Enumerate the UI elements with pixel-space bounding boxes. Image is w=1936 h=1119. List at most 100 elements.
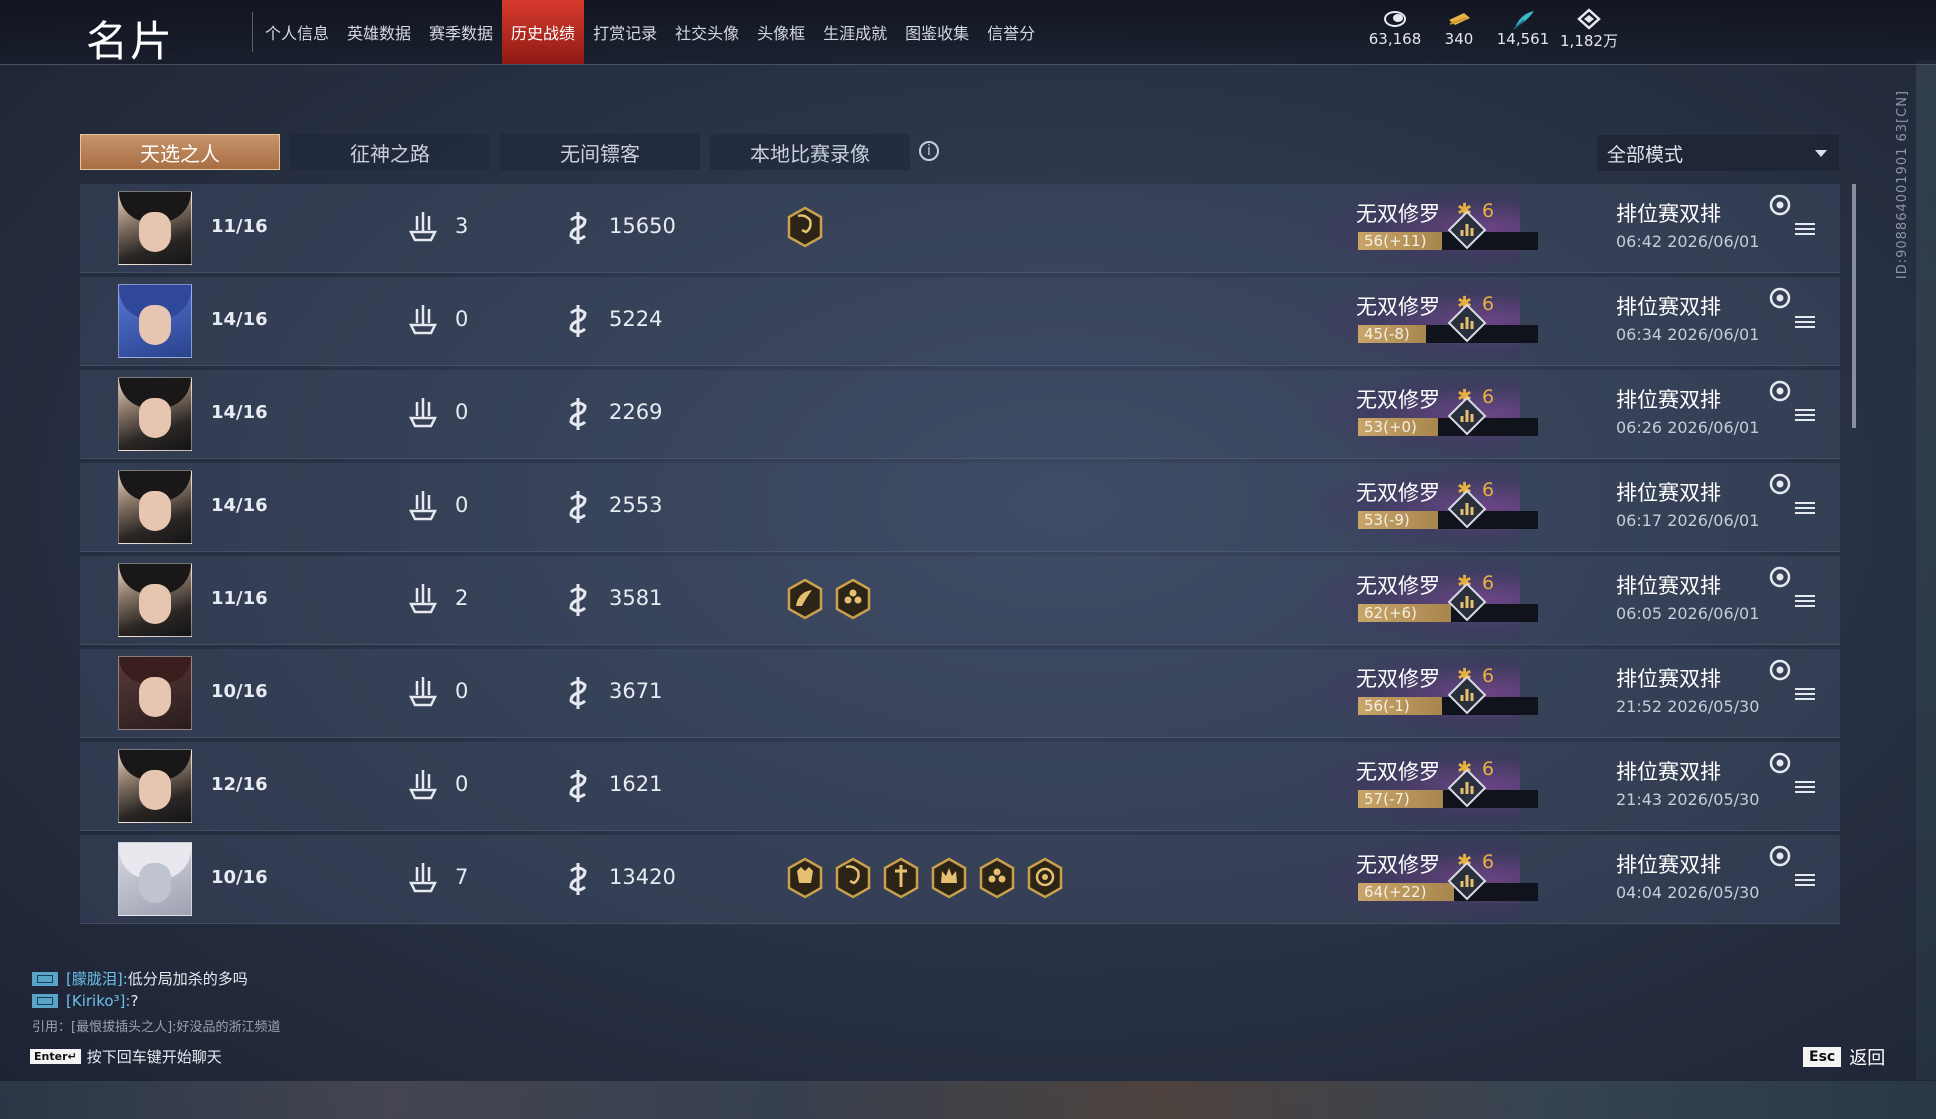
medal-list — [786, 857, 1064, 899]
enter-key-icon: Enter↵ — [30, 1049, 81, 1064]
nav-tab-9[interactable]: 信誉分 — [978, 0, 1044, 64]
lion-medal-icon — [1027, 857, 1063, 899]
nav-tab-1[interactable]: 英雄数据 — [338, 0, 420, 64]
hero-avatar[interactable] — [118, 284, 192, 358]
hero-avatar[interactable] — [118, 191, 192, 265]
match-time: 21:43 2026/05/30 — [1616, 790, 1760, 809]
match-row[interactable]: 10/16 0 3671 无双修罗 ✱ 6 56(-1) 排位赛双排 21:52 2026/05… — [80, 649, 1840, 738]
team-icon[interactable] — [1769, 380, 1791, 402]
kills-icon — [408, 677, 438, 707]
currency-value: 14,561 — [1496, 30, 1550, 48]
esc-key-icon: Esc — [1803, 1047, 1842, 1067]
match-row[interactable]: 14/16 0 5224 无双修罗 ✱ 6 45(-8) 排位赛双排 06:34 2026/06… — [80, 277, 1840, 366]
flower-medal-icon — [835, 578, 871, 620]
kills-icon — [408, 305, 438, 335]
match-mode: 排位赛双排 — [1616, 853, 1721, 877]
rank-points-text: 62(+6) — [1364, 604, 1417, 622]
match-mode: 排位赛双排 — [1616, 574, 1721, 598]
hero-avatar[interactable] — [118, 842, 192, 916]
match-row[interactable]: 14/16 0 2269 无双修罗 ✱ 6 53(+0) 排位赛双排 06:26 2026/06… — [80, 370, 1840, 459]
team-icon[interactable] — [1769, 194, 1791, 216]
hero-avatar[interactable] — [118, 377, 192, 451]
team-icon[interactable] — [1769, 845, 1791, 867]
damage-value: 3581 — [609, 586, 663, 610]
kills-count: 0 — [455, 493, 469, 517]
nav-tab-5[interactable]: 社交头像 — [666, 0, 748, 64]
mode-tab-3[interactable]: 本地比赛录像 — [710, 134, 910, 170]
mode-tab-1[interactable]: 征神之路 — [290, 134, 490, 170]
rank-points-text: 56(+11) — [1364, 232, 1427, 250]
menu-icon[interactable] — [1795, 873, 1815, 887]
demon-medal-icon — [787, 857, 823, 899]
info-icon[interactable]: i — [919, 141, 939, 161]
team-icon[interactable] — [1769, 566, 1791, 588]
hero-avatar[interactable] — [118, 749, 192, 823]
back-label: 返回 — [1849, 1048, 1886, 1069]
team-icon[interactable] — [1769, 473, 1791, 495]
match-mode: 排位赛双排 — [1616, 295, 1721, 319]
match-time: 06:42 2026/06/01 — [1616, 232, 1760, 251]
hero-face — [139, 584, 171, 624]
mode-filter-value: 全部模式 — [1607, 143, 1684, 166]
kills-count: 0 — [455, 679, 469, 703]
nav-tab-3[interactable]: 历史战绩 — [502, 0, 585, 64]
damage-icon — [569, 398, 587, 430]
menu-icon[interactable] — [1795, 222, 1815, 236]
match-row[interactable]: 10/16 7 13420 无双修罗 ✱ 6 64(+22) 排位赛双排 04:04 2026/… — [80, 835, 1840, 924]
hero-face — [139, 863, 171, 903]
nav-tab-4[interactable]: 打赏记录 — [584, 0, 666, 64]
nav-tab-0[interactable]: 个人信息 — [256, 0, 338, 64]
hero-avatar[interactable] — [118, 470, 192, 544]
match-time: 06:17 2026/06/01 — [1616, 511, 1760, 530]
damage-value: 13420 — [609, 865, 676, 889]
rank-emblem-icon — [1447, 675, 1487, 715]
diamond-icon — [1577, 8, 1601, 30]
nav-tab-8[interactable]: 图鉴收集 — [896, 0, 978, 64]
mode-tab-0[interactable]: 天选之人 — [80, 134, 280, 170]
match-row[interactable]: 11/16 2 3581 无双修罗 ✱ 6 62(+6) 排位赛双排 06:05 2026/06… — [80, 556, 1840, 645]
mode-filter-dropdown[interactable]: 全部模式 — [1597, 135, 1839, 171]
rank-name: 无双修罗 — [1356, 574, 1440, 598]
chevron-down-icon — [1815, 150, 1827, 157]
menu-icon[interactable] — [1795, 315, 1815, 329]
team-icon[interactable] — [1769, 659, 1791, 681]
menu-icon[interactable] — [1795, 594, 1815, 608]
feather-icon — [1513, 11, 1534, 30]
match-row[interactable]: 14/16 0 2553 无双修罗 ✱ 6 53(-9) 排位赛双排 06:17 2026/06… — [80, 463, 1840, 552]
hero-avatar[interactable] — [118, 656, 192, 730]
chat-enter-hint[interactable]: Enter↵ 按下回车键开始聊天 — [30, 1046, 222, 1067]
kills-icon — [408, 491, 438, 521]
team-icon[interactable] — [1769, 752, 1791, 774]
rank-points-text: 45(-8) — [1364, 325, 1410, 343]
match-row[interactable]: 12/16 0 1621 无双修罗 ✱ 6 57(-7) 排位赛双排 21:43 2026/05… — [80, 742, 1840, 831]
team-icon[interactable] — [1769, 287, 1791, 309]
menu-icon[interactable] — [1795, 501, 1815, 515]
nav-tab-6[interactable]: 头像框 — [748, 0, 814, 64]
currency-item: 1,182万 — [1559, 8, 1619, 51]
damage-value: 5224 — [609, 307, 663, 331]
back-button[interactable]: Esc 返回 — [1803, 1044, 1885, 1070]
nav-tab-2[interactable]: 赛季数据 — [420, 0, 502, 64]
hero-face — [139, 398, 171, 438]
chat-sender[interactable]: [朦胧泪]: — [66, 968, 128, 989]
match-mode: 排位赛双排 — [1616, 202, 1721, 226]
currency-item: 340 — [1429, 8, 1489, 48]
kills-count: 7 — [455, 865, 469, 889]
menu-icon[interactable] — [1795, 687, 1815, 701]
menu-icon[interactable] — [1795, 408, 1815, 422]
chat-sender[interactable]: [Kiriko³]: — [66, 992, 130, 1010]
damage-value: 2269 — [609, 400, 663, 424]
rank-points-text: 53(-9) — [1364, 511, 1410, 529]
nav-tab-7[interactable]: 生涯成就 — [814, 0, 896, 64]
mode-tab-2[interactable]: 无间镖客 — [500, 134, 700, 170]
kills-icon — [408, 584, 438, 614]
match-row[interactable]: 11/16 3 15650 无双修罗 ✱ 6 56(+11) 排位赛双排 06:42 2026/… — [80, 184, 1840, 273]
list-scrollbar[interactable] — [1852, 184, 1856, 428]
currency-value: 340 — [1444, 30, 1474, 48]
kills-icon — [408, 212, 438, 242]
page-title: 名片 — [86, 17, 175, 66]
damage-value: 1621 — [609, 772, 663, 796]
menu-icon[interactable] — [1795, 780, 1815, 794]
match-time: 06:26 2026/06/01 — [1616, 418, 1760, 437]
hero-avatar[interactable] — [118, 563, 192, 637]
